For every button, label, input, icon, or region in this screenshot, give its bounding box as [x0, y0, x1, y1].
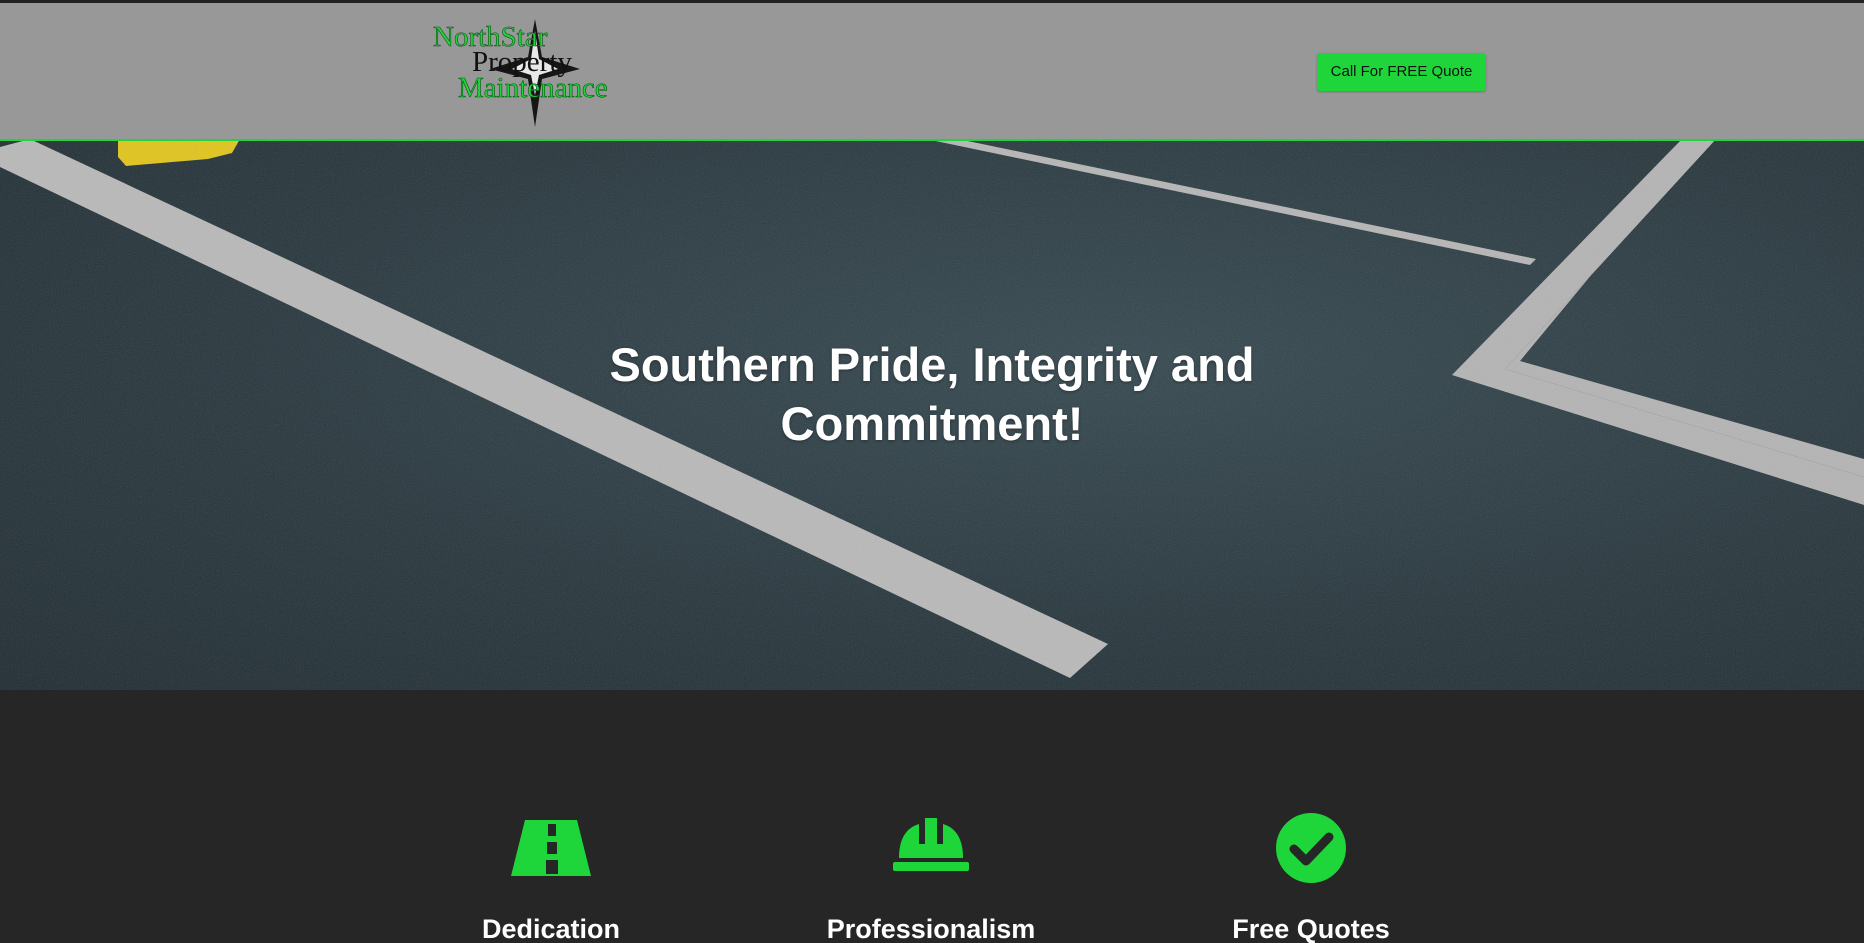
hero-heading: Southern Pride, Integrity and Commitment…	[609, 338, 1255, 450]
site-header: NorthStar Property Maintenance Call For …	[0, 0, 1864, 141]
feature-title: Professionalism	[826, 914, 1036, 943]
call-free-quote-button[interactable]: Call For FREE Quote	[1317, 53, 1486, 91]
feature-title: Free Quotes	[1232, 914, 1390, 943]
hard-hat-icon	[891, 818, 971, 892]
road-icon	[511, 820, 591, 892]
features-section: Dedication Professionalism Free Quotes	[0, 690, 1864, 943]
hero-section: Southern Pride, Integrity and Commitment…	[0, 139, 1864, 690]
northstar-logo[interactable]: NorthStar Property Maintenance	[430, 17, 640, 129]
check-circle-icon	[1271, 813, 1351, 892]
page: NorthStar Property Maintenance Call For …	[0, 0, 1864, 943]
logo-text-maintenance: Maintenance	[458, 72, 608, 104]
feature-title: Dedication	[481, 914, 621, 943]
